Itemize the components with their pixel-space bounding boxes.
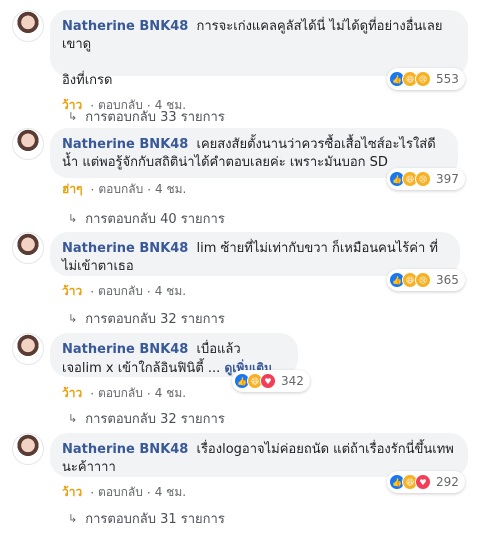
comment-author[interactable]: Natherine BNK48 [62, 19, 188, 34]
reply-arrow-icon: ↳ [68, 412, 78, 425]
my-reaction-label[interactable]: ว้าว [62, 282, 82, 301]
reply-arrow-icon: ↳ [68, 212, 78, 225]
reaction-count: 292 [436, 475, 459, 489]
love-icon: ♥ [415, 474, 431, 490]
comment-actions: ว้าว · ตอบกลับ · 4 ชม. [62, 384, 186, 403]
separator: · [90, 284, 95, 299]
replies-count-text: การตอบกลับ 33 รายการ [85, 110, 225, 125]
view-replies-link[interactable]: ↳ การตอบกลับ 32 รายการ [68, 308, 225, 329]
separator: · [147, 182, 152, 197]
reply-link[interactable]: ตอบกลับ [98, 282, 143, 301]
reply-arrow-icon: ↳ [68, 312, 78, 325]
my-reaction-label[interactable]: ฮ่าๆ [62, 180, 83, 199]
my-reaction-label[interactable]: ว้าว [62, 384, 82, 403]
view-replies-link[interactable]: ↳ การตอบกลับ 33 รายการ [68, 106, 225, 127]
comment-time[interactable]: 4 ชม. [155, 282, 186, 301]
comment-actions: ว้าว · ตอบกลับ · 4 ชม. [62, 282, 186, 301]
replies-count-text: การตอบกลับ 32 รายการ [85, 312, 225, 327]
separator: · [90, 485, 95, 500]
replies-count-text: การตอบกลับ 40 รายการ [85, 212, 225, 227]
avatar[interactable] [12, 433, 44, 465]
sad-icon: 😢 [415, 272, 431, 288]
reactions-summary[interactable]: 👍 😆 ♥ 292 [387, 471, 465, 493]
reactions-summary[interactable]: 👍 😆 😢 365 [387, 269, 465, 291]
reply-link[interactable]: ตอบกลับ [98, 483, 143, 502]
reply-arrow-icon: ↳ [68, 512, 78, 525]
reaction-count: 365 [436, 273, 459, 287]
reply-link[interactable]: ตอบกลับ [98, 384, 143, 403]
reaction-count: 397 [436, 172, 459, 186]
separator: · [90, 386, 95, 401]
separator: · [146, 485, 151, 500]
comment-author[interactable]: Natherine BNK48 [62, 241, 188, 256]
comment-time[interactable]: 4 ชม. [155, 483, 186, 502]
avatar[interactable] [12, 232, 44, 264]
view-replies-link[interactable]: ↳ การตอบกลับ 40 รายการ [68, 208, 225, 229]
comment-author[interactable]: Natherine BNK48 [62, 137, 188, 152]
reaction-count: 553 [436, 72, 459, 86]
comment-actions: ฮ่าๆ · ตอบกลับ · 4 ชม. [62, 180, 186, 199]
view-replies-link[interactable]: ↳ การตอบกลับ 32 รายการ [68, 408, 225, 429]
comment-time[interactable]: 4 ชม. [155, 384, 186, 403]
sad-icon: 😢 [415, 71, 431, 87]
comment-time[interactable]: 4 ชม. [155, 180, 186, 199]
comment-author[interactable]: Natherine BNK48 [62, 342, 188, 357]
my-reaction-label[interactable]: ว้าว [62, 483, 82, 502]
reply-link[interactable]: ตอบกลับ [98, 180, 143, 199]
reactions-summary[interactable]: 👍 😆 ♥ 342 [232, 370, 310, 392]
reply-arrow-icon: ↳ [68, 110, 78, 123]
replies-count-text: การตอบกลับ 32 รายการ [85, 412, 225, 427]
separator: · [90, 182, 95, 197]
avatar[interactable] [12, 10, 44, 42]
separator: · [146, 284, 151, 299]
separator: · [146, 386, 151, 401]
comment-bubble: Natherine BNK48 การจะเก่งแคลคูลัสได้นี่ … [50, 10, 468, 88]
reactions-summary[interactable]: 👍 😆 😢 397 [387, 168, 465, 190]
comment-actions: ว้าว · ตอบกลับ · 4 ชม. [62, 483, 186, 502]
comment-1: Natherine BNK48 การจะเก่งแคลคูลัสได้นี่ … [0, 10, 500, 115]
comment-author[interactable]: Natherine BNK48 [62, 442, 188, 457]
avatar[interactable] [12, 128, 44, 160]
sad-icon: 😢 [415, 171, 431, 187]
love-icon: ♥ [260, 373, 276, 389]
reaction-count: 342 [281, 374, 304, 388]
reactions-summary[interactable]: 👍 😆 😢 553 [387, 68, 465, 90]
avatar[interactable] [12, 333, 44, 365]
